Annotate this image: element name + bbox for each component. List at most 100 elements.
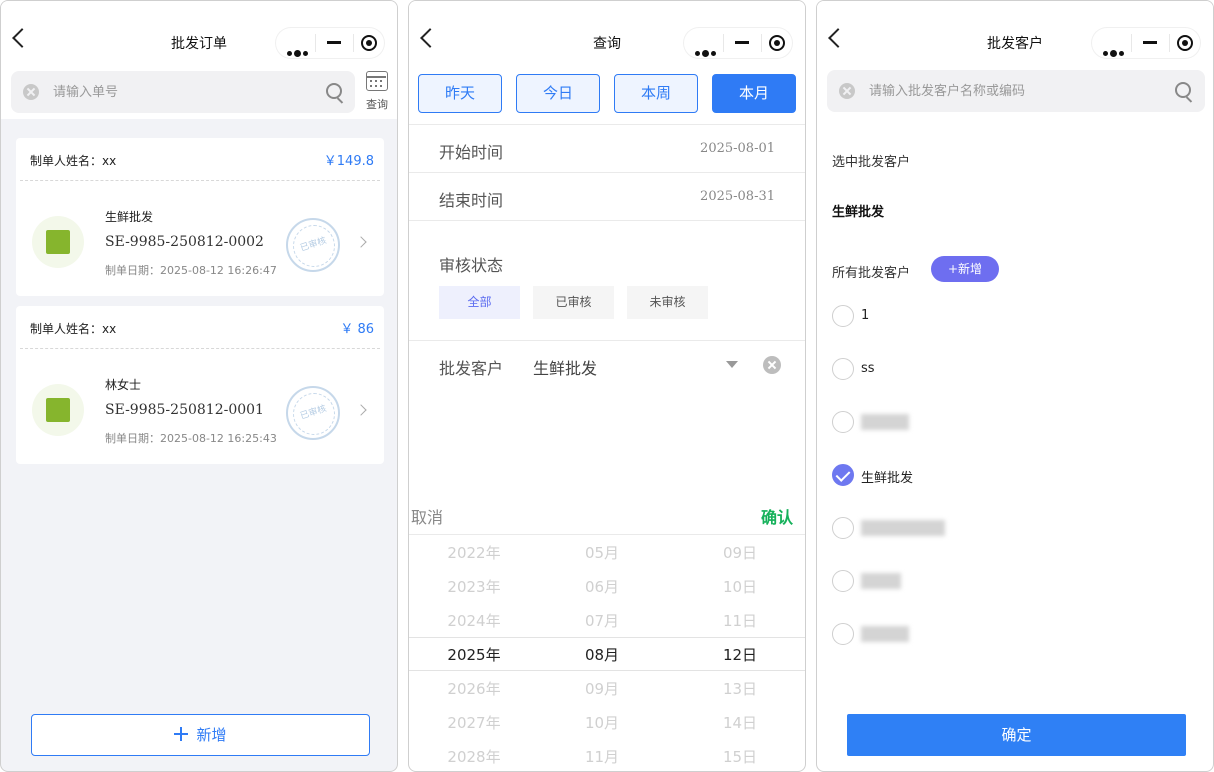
order-icon (32, 216, 84, 268)
nav-bar: 批发订单 (1, 1, 397, 63)
customer-radio[interactable] (832, 623, 854, 645)
order-search-input[interactable] (53, 82, 313, 102)
minimize-icon[interactable] (327, 41, 341, 44)
close-target-icon[interactable] (769, 35, 785, 51)
picker-cancel-button[interactable]: 取消 (411, 504, 443, 528)
picker-month-item: 09月 (584, 680, 620, 698)
picker-day-column[interactable]: 09日 10日 11日 12日 13日 14日 15日 (675, 541, 805, 771)
end-time-value[interactable]: 2025-08-31 (700, 189, 775, 204)
query-screen: 查询 昨天 今日 本周 本月 开始时间 2025-08-01 结束时间 2025… (408, 0, 806, 772)
more-icon[interactable] (1103, 41, 1126, 60)
order-date: 制单日期：2025-08-12 16:26:47 (105, 264, 277, 277)
order-card[interactable]: 制单人姓名：xx ￥149.8 生鲜批发 SE-9985-250812-0002… (16, 138, 384, 296)
customer-name: 生鲜批发 (105, 210, 154, 224)
picker-day-item: 14日 (722, 714, 758, 732)
picker-day-item: 15日 (722, 748, 758, 766)
picker-year-item: 2025年 (447, 646, 501, 664)
picker-day-item: 09日 (722, 544, 758, 562)
customer-radio-checked[interactable] (832, 464, 854, 486)
more-icon[interactable] (287, 41, 310, 60)
picker-month-item: 11月 (584, 748, 620, 766)
start-time-label: 开始时间 (439, 143, 504, 162)
clear-icon[interactable] (23, 84, 39, 100)
add-label: 新增 (196, 726, 227, 744)
add-order-button[interactable]: 新增 (31, 714, 370, 756)
range-yesterday-button[interactable]: 昨天 (418, 74, 502, 113)
picker-day-item: 10日 (722, 578, 758, 596)
selected-customer-label: 选中批发客户 (832, 155, 911, 170)
customer-label: 批发客户 (439, 359, 504, 378)
creator-name: 制单人姓名：xx (30, 154, 117, 168)
range-week-button[interactable]: 本周 (614, 74, 698, 113)
dropdown-caret-icon[interactable] (726, 361, 738, 368)
more-icon[interactable] (695, 41, 718, 60)
divider (20, 180, 380, 181)
redacted-customer-name (861, 626, 909, 642)
picker-month-item: 08月 (584, 646, 620, 664)
customer-radio[interactable] (832, 517, 854, 539)
approved-stamp-icon: 已审核 (286, 218, 340, 272)
picker-year-item: 2022年 (447, 544, 501, 562)
calendar-query-button[interactable]: 查询 (361, 71, 393, 113)
picker-year-item: 2023年 (447, 578, 501, 596)
chevron-right-icon (355, 404, 367, 416)
search-box (827, 70, 1205, 112)
status-approved-button[interactable]: 已审核 (533, 286, 614, 319)
customer-name: 林女士 (105, 378, 142, 392)
status-unapproved-button[interactable]: 未审核 (627, 286, 708, 319)
customer-option-label: 生鲜批发 (861, 471, 914, 486)
close-target-icon[interactable] (361, 35, 377, 51)
search-icon[interactable] (326, 83, 342, 99)
picker-month-item: 06月 (584, 578, 620, 596)
start-time-value[interactable]: 2025-08-01 (700, 141, 775, 156)
nav-bar: 批发客户 (817, 1, 1213, 63)
close-target-icon[interactable] (1177, 35, 1193, 51)
calendar-icon (366, 71, 388, 91)
picker-day-item: 12日 (722, 646, 758, 664)
customer-radio[interactable] (832, 305, 854, 327)
search-icon[interactable] (1175, 82, 1191, 98)
customer-radio[interactable] (832, 570, 854, 592)
picker-month-item: 05月 (584, 544, 620, 562)
customer-search-input[interactable] (869, 81, 1159, 101)
picker-confirm-button[interactable]: 确认 (761, 504, 793, 528)
selected-customer-value: 生鲜批发 (832, 205, 885, 220)
customer-option-label: 1 (861, 308, 870, 323)
range-today-button[interactable]: 今日 (516, 74, 600, 113)
picker-day-item: 13日 (722, 680, 758, 698)
add-customer-button[interactable]: +新增 (931, 256, 999, 282)
customer-radio[interactable] (832, 411, 854, 433)
picker-month-column[interactable]: 05月 06月 07月 08月 09月 10月 11月 (537, 541, 667, 771)
customer-radio[interactable] (832, 358, 854, 380)
redacted-customer-name (861, 414, 909, 430)
customer-select[interactable]: 生鲜批发 (533, 355, 597, 379)
mini-program-capsule (683, 27, 793, 59)
minimize-icon[interactable] (735, 41, 749, 44)
picker-day-item: 11日 (722, 612, 758, 630)
mini-program-capsule (1091, 27, 1201, 59)
order-date: 制单日期：2025-08-12 16:25:43 (105, 432, 277, 445)
order-card[interactable]: 制单人姓名：xx ￥ 86 林女士 SE-9985-250812-0001 制单… (16, 306, 384, 464)
mini-program-capsule (275, 27, 385, 59)
divider (20, 348, 380, 349)
range-month-button[interactable]: 本月 (712, 74, 796, 113)
order-number: SE-9985-250812-0002 (105, 234, 264, 250)
search-box (11, 71, 355, 113)
confirm-button[interactable]: 确定 (847, 714, 1186, 756)
order-amount: ￥ 86 (340, 322, 374, 337)
status-all-button[interactable]: 全部 (439, 286, 520, 319)
clear-icon[interactable] (839, 83, 855, 99)
picker-year-item: 2024年 (447, 612, 501, 630)
picker-year-column[interactable]: 2022年 2023年 2024年 2025年 2026年 2027年 2028… (409, 541, 539, 771)
order-amount: ￥149.8 (323, 154, 374, 169)
redacted-customer-name (861, 520, 945, 536)
approved-stamp-icon: 已审核 (286, 386, 340, 440)
plus-icon (174, 727, 189, 741)
order-list-screen: 批发订单 查询 制单人姓名：xx ￥149.8 生鲜批发 SE-9985-250… (0, 0, 398, 772)
customer-select-screen: 批发客户 选中批发客户 生鲜批发 所有批发客户 +新增 1 ss 生鲜批发 确定 (816, 0, 1214, 772)
clear-customer-icon[interactable] (763, 356, 781, 374)
chevron-right-icon (355, 236, 367, 248)
search-bar: 查询 (1, 63, 397, 119)
redacted-customer-name (861, 573, 901, 589)
minimize-icon[interactable] (1143, 41, 1157, 44)
